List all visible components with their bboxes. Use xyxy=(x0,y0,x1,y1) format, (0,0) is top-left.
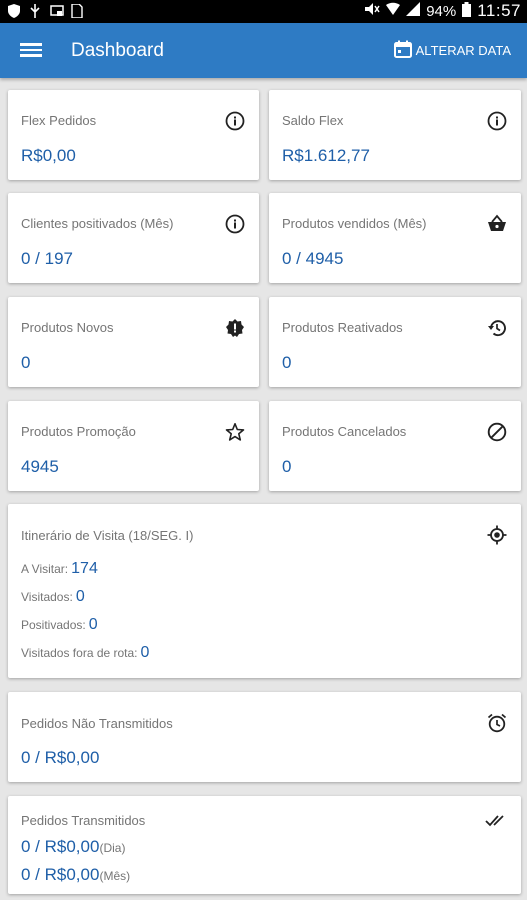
shield-icon xyxy=(8,4,20,18)
card-title: Clientes positivados (Mês) xyxy=(21,216,174,231)
a-visitar-row: A Visitar: 174 xyxy=(21,560,98,578)
card-value: 0 / 4945 xyxy=(282,249,344,268)
visitados-label: Visitados: xyxy=(21,590,73,604)
mes-row: 0 / R$0,00(Mês) xyxy=(21,865,130,885)
card-produtos-novos[interactable]: Produtos Novos 0 xyxy=(8,297,259,387)
card-pedidos-transmitidos[interactable]: Pedidos Transmitidos 0 / R$0,00(Dia) 0 /… xyxy=(8,796,521,894)
change-date-button[interactable]: ALTERAR DATA xyxy=(393,40,511,61)
status-bar: 94% 11:57 xyxy=(0,0,527,23)
alarm-icon xyxy=(487,713,507,733)
info-icon[interactable] xyxy=(487,111,507,131)
card-title: Produtos Promoção xyxy=(21,424,136,439)
positivados-value: 0 xyxy=(88,616,98,633)
cast-icon xyxy=(50,4,64,18)
a-visitar-value: 174 xyxy=(71,560,98,577)
visitados-value: 0 xyxy=(75,588,85,605)
battery-icon xyxy=(462,1,472,21)
visitados-row: Visitados: 0 xyxy=(21,588,85,606)
block-icon xyxy=(487,422,507,442)
hamburger-icon xyxy=(20,43,42,46)
card-value: 0 xyxy=(282,353,292,372)
card-produtos-vendidos[interactable]: Produtos vendidos (Mês) 0 / 4945 xyxy=(269,193,521,283)
new-badge-icon xyxy=(225,318,245,338)
card-itinerario-visita[interactable]: Itinerário de Visita (18/SEG. I) A Visit… xyxy=(8,504,521,678)
info-icon[interactable] xyxy=(225,111,245,131)
card-flex-pedidos[interactable]: Flex Pedidos R$0,00 xyxy=(8,90,259,180)
dia-row: 0 / R$0,00(Dia) xyxy=(21,837,125,857)
menu-button[interactable] xyxy=(20,40,42,60)
app-bar: Dashboard ALTERAR DATA xyxy=(0,23,527,78)
card-title: Flex Pedidos xyxy=(21,113,97,128)
file-icon xyxy=(71,3,83,19)
info-icon[interactable] xyxy=(225,214,245,234)
dia-value: 0 / R$0,00 xyxy=(21,837,100,856)
positivados-label: Positivados: xyxy=(21,618,86,632)
card-title: Produtos vendidos (Mês) xyxy=(282,216,427,231)
history-icon xyxy=(487,318,507,338)
card-title: Produtos Reativados xyxy=(282,320,403,335)
a-visitar-label: A Visitar: xyxy=(21,562,69,576)
basket-icon xyxy=(487,214,507,234)
card-title: Itinerário de Visita (18/SEG. I) xyxy=(21,528,194,543)
card-value: 0 / 197 xyxy=(21,249,73,268)
double-check-icon xyxy=(485,810,509,830)
fora-rota-row: Visitados fora de rota: 0 xyxy=(21,644,149,662)
signal-icon xyxy=(406,2,421,20)
card-title: Produtos Novos xyxy=(21,320,114,335)
mute-icon xyxy=(364,2,380,20)
mes-value: 0 / R$0,00 xyxy=(21,865,100,884)
card-value: R$1.612,77 xyxy=(282,146,370,165)
card-value: 0 / R$0,00 xyxy=(21,748,100,767)
card-title: Pedidos Transmitidos xyxy=(21,813,146,828)
clock: 11:57 xyxy=(477,1,521,20)
change-date-label: ALTERAR DATA xyxy=(415,43,511,58)
fora-rota-label: Visitados fora de rota: xyxy=(21,646,138,660)
star-icon xyxy=(225,422,245,442)
card-value: 4945 xyxy=(21,457,59,476)
dia-suffix: (Dia) xyxy=(99,841,126,855)
card-title: Produtos Cancelados xyxy=(282,424,407,439)
page-title: Dashboard xyxy=(71,40,164,61)
card-pedidos-nao-transmitidos[interactable]: Pedidos Não Transmitidos 0 / R$0,00 xyxy=(8,692,521,782)
battery-percentage: 94% xyxy=(426,2,457,20)
positivados-row: Positivados: 0 xyxy=(21,616,98,634)
card-produtos-promocao[interactable]: Produtos Promoção 4945 xyxy=(8,401,259,491)
gps-target-icon xyxy=(487,525,507,545)
card-title: Saldo Flex xyxy=(282,113,344,128)
card-saldo-flex[interactable]: Saldo Flex R$1.612,77 xyxy=(269,90,521,180)
usb-icon xyxy=(29,4,41,18)
card-value: 0 xyxy=(21,353,31,372)
card-title: Pedidos Não Transmitidos xyxy=(21,716,173,731)
card-produtos-reativados[interactable]: Produtos Reativados 0 xyxy=(269,297,521,387)
fora-rota-value: 0 xyxy=(140,644,150,661)
wifi-icon xyxy=(386,2,401,20)
card-value: R$0,00 xyxy=(21,146,76,165)
card-produtos-cancelados[interactable]: Produtos Cancelados 0 xyxy=(269,401,521,491)
card-clientes-positivados[interactable]: Clientes positivados (Mês) 0 / 197 xyxy=(8,193,259,283)
calendar-icon xyxy=(393,40,412,61)
card-value: 0 xyxy=(282,457,292,476)
mes-suffix: (Mês) xyxy=(99,869,131,883)
